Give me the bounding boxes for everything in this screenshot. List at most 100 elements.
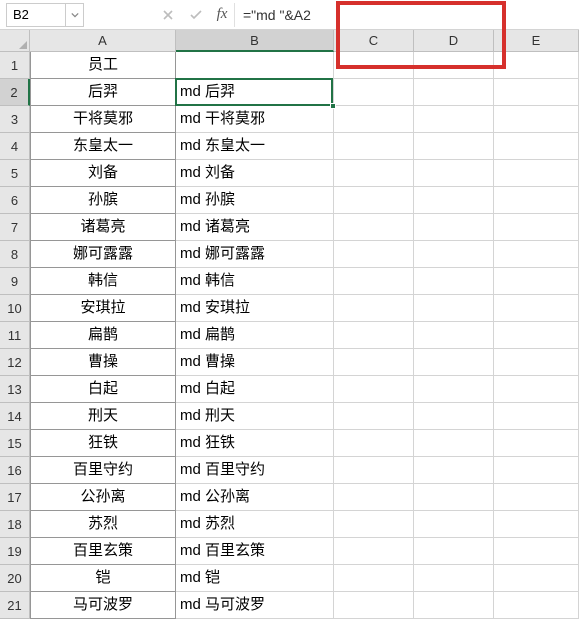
cell[interactable]: [494, 187, 579, 214]
row-header[interactable]: 10: [0, 295, 30, 322]
cell[interactable]: [334, 538, 414, 565]
cell[interactable]: [494, 241, 579, 268]
cell[interactable]: [414, 349, 494, 376]
row-header[interactable]: 9: [0, 268, 30, 295]
cell[interactable]: [414, 403, 494, 430]
cell[interactable]: [334, 160, 414, 187]
row-header[interactable]: 15: [0, 430, 30, 457]
row-header[interactable]: 21: [0, 592, 30, 619]
row-header[interactable]: 6: [0, 187, 30, 214]
cell[interactable]: [494, 295, 579, 322]
row-header[interactable]: 14: [0, 403, 30, 430]
row-header[interactable]: 3: [0, 106, 30, 133]
cell[interactable]: [414, 565, 494, 592]
cell[interactable]: [334, 241, 414, 268]
cell[interactable]: [494, 484, 579, 511]
cell[interactable]: 铠: [30, 565, 176, 592]
enter-button[interactable]: [182, 3, 210, 27]
col-header-D[interactable]: D: [414, 30, 494, 52]
cell[interactable]: 刑天: [30, 403, 176, 430]
row-header[interactable]: 5: [0, 160, 30, 187]
cell[interactable]: md 诸葛亮: [176, 214, 334, 241]
cell[interactable]: md 安琪拉: [176, 295, 334, 322]
cell[interactable]: 韩信: [30, 268, 176, 295]
cell[interactable]: 百里守约: [30, 457, 176, 484]
cell[interactable]: [494, 403, 579, 430]
cell[interactable]: [414, 52, 494, 79]
cell[interactable]: [334, 565, 414, 592]
cell[interactable]: [494, 592, 579, 619]
col-header-B[interactable]: B: [176, 30, 334, 52]
cell[interactable]: [494, 538, 579, 565]
cell[interactable]: [414, 160, 494, 187]
cell[interactable]: [414, 511, 494, 538]
cell[interactable]: md 百里守约: [176, 457, 334, 484]
cell[interactable]: [414, 457, 494, 484]
cell[interactable]: [414, 268, 494, 295]
name-box[interactable]: [6, 3, 66, 27]
cell[interactable]: [334, 349, 414, 376]
cell[interactable]: md 刘备: [176, 160, 334, 187]
row-header[interactable]: 2: [0, 79, 30, 106]
cell[interactable]: 白起: [30, 376, 176, 403]
cell[interactable]: [334, 133, 414, 160]
cell[interactable]: [494, 79, 579, 106]
cell[interactable]: md 铠: [176, 565, 334, 592]
cell[interactable]: [414, 322, 494, 349]
cell[interactable]: 安琪拉: [30, 295, 176, 322]
cell[interactable]: [494, 160, 579, 187]
cell[interactable]: [334, 457, 414, 484]
cell[interactable]: 马可波罗: [30, 592, 176, 619]
cell[interactable]: [494, 430, 579, 457]
cell[interactable]: md 百里玄策: [176, 538, 334, 565]
col-header-C[interactable]: C: [334, 30, 414, 52]
cell[interactable]: 员工: [30, 52, 176, 79]
row-header[interactable]: 20: [0, 565, 30, 592]
cell[interactable]: [494, 322, 579, 349]
cancel-button[interactable]: [154, 3, 182, 27]
cell[interactable]: 苏烈: [30, 511, 176, 538]
cell[interactable]: [494, 133, 579, 160]
cell[interactable]: 扁鹊: [30, 322, 176, 349]
cell[interactable]: [494, 511, 579, 538]
cell[interactable]: [334, 295, 414, 322]
cell[interactable]: [414, 187, 494, 214]
select-all-corner[interactable]: [0, 30, 30, 52]
cell[interactable]: 曹操: [30, 349, 176, 376]
cell[interactable]: md 干将莫邪: [176, 106, 334, 133]
cell[interactable]: [334, 430, 414, 457]
row-header[interactable]: 1: [0, 52, 30, 79]
fill-handle[interactable]: [330, 103, 336, 109]
cell[interactable]: [414, 106, 494, 133]
cell[interactable]: [334, 592, 414, 619]
cell[interactable]: 百里玄策: [30, 538, 176, 565]
cell[interactable]: [334, 484, 414, 511]
cell[interactable]: [334, 52, 414, 79]
cell[interactable]: 诸葛亮: [30, 214, 176, 241]
row-header[interactable]: 17: [0, 484, 30, 511]
row-header[interactable]: 12: [0, 349, 30, 376]
row-header[interactable]: 7: [0, 214, 30, 241]
cell[interactable]: 东皇太一: [30, 133, 176, 160]
cell[interactable]: md 韩信: [176, 268, 334, 295]
cell[interactable]: [414, 430, 494, 457]
cell[interactable]: md 马可波罗: [176, 592, 334, 619]
cell[interactable]: [414, 79, 494, 106]
cell[interactable]: 干将莫邪: [30, 106, 176, 133]
cell[interactable]: [494, 376, 579, 403]
cell[interactable]: md 刑天: [176, 403, 334, 430]
cell[interactable]: md 苏烈: [176, 511, 334, 538]
row-header[interactable]: 18: [0, 511, 30, 538]
row-header[interactable]: 11: [0, 322, 30, 349]
cell[interactable]: [414, 592, 494, 619]
cell[interactable]: [334, 322, 414, 349]
fx-button[interactable]: fx: [210, 3, 234, 27]
row-header[interactable]: 13: [0, 376, 30, 403]
cell[interactable]: [494, 106, 579, 133]
cell[interactable]: [414, 214, 494, 241]
cell[interactable]: [334, 511, 414, 538]
cell[interactable]: md 扁鹊: [176, 322, 334, 349]
row-header[interactable]: 8: [0, 241, 30, 268]
cell[interactable]: md 公孙离: [176, 484, 334, 511]
cell[interactable]: [334, 403, 414, 430]
